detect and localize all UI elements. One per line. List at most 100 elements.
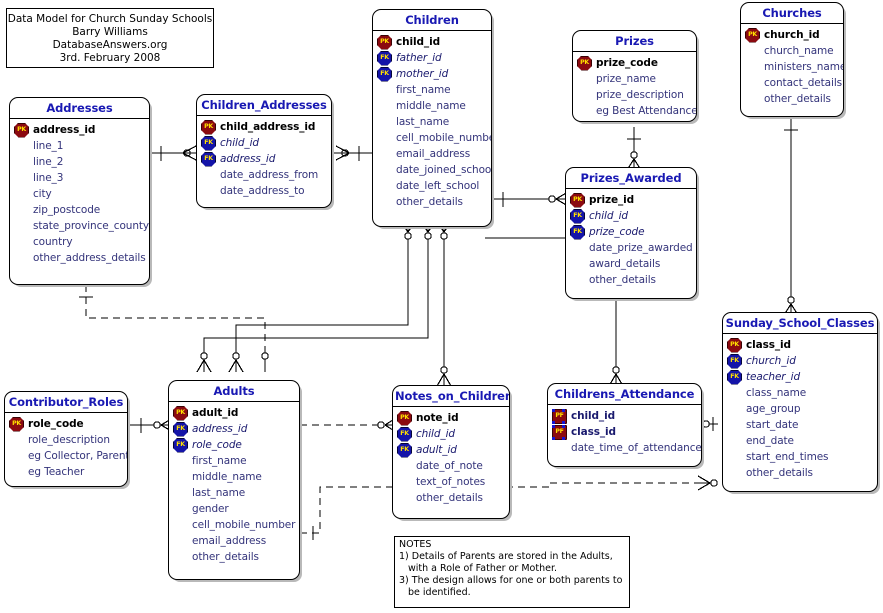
fk-badge-icon: FK bbox=[201, 135, 216, 151]
pk-badge-icon: PK bbox=[397, 410, 412, 426]
attribute-name: note_id bbox=[416, 412, 459, 424]
attribute-name: award_details bbox=[589, 258, 661, 270]
fk-badge-slot: FK bbox=[377, 66, 396, 82]
attribute-name: text_of_notes bbox=[416, 476, 486, 488]
title-line: Barry Williams bbox=[72, 26, 148, 38]
pf-badge-icon: PF bbox=[552, 424, 567, 440]
entity-prizes-awarded[interactable]: Prizes_Awarded PK prize_id FK child_id F… bbox=[565, 167, 697, 299]
fk-badge-slot: FK bbox=[397, 426, 416, 442]
attribute-row: date_address_from bbox=[201, 167, 329, 183]
attribute-name: address_id bbox=[220, 153, 276, 165]
pk-badge-icon: PK bbox=[727, 337, 742, 353]
fk-badge-icon: FK bbox=[570, 224, 585, 240]
pk-badge-slot: PK bbox=[201, 119, 220, 135]
attribute-name: church_id bbox=[764, 29, 820, 41]
attribute-row: PF child_id bbox=[552, 408, 699, 424]
entity-sunday-school-classes[interactable]: Sunday_School_Classes PK class_id FK chu… bbox=[722, 312, 878, 492]
attribute-row: FK teacher_id bbox=[727, 369, 875, 385]
attribute-row: PK prize_id bbox=[570, 192, 694, 208]
attribute-row: FK child_id bbox=[201, 135, 329, 151]
attribute-name: first_name bbox=[192, 455, 247, 467]
attribute-row: gender bbox=[173, 501, 297, 517]
attribute-row: ministers_name bbox=[745, 59, 844, 75]
fk-badge-slot: FK bbox=[570, 208, 589, 224]
attribute-name: date_joined_school bbox=[396, 164, 492, 176]
attribute-row: zip_postcode bbox=[14, 202, 147, 218]
pf-badge-slot: PF bbox=[552, 424, 571, 440]
attribute-row: FK address_id bbox=[201, 151, 329, 167]
fk-badge-slot: FK bbox=[727, 353, 746, 369]
attribute-name: father_id bbox=[396, 52, 442, 64]
attribute-name: ministers_name bbox=[764, 61, 844, 73]
attribute-name: country bbox=[33, 236, 73, 248]
attribute-name: date_left_school bbox=[396, 180, 480, 192]
attribute-name: age_group bbox=[746, 403, 801, 415]
attribute-row: award_details bbox=[570, 256, 694, 272]
entity-attribute-list: PK class_id FK church_id FK teacher_id c… bbox=[723, 334, 877, 485]
attribute-row: line_1 bbox=[14, 138, 147, 154]
title-line: Data Model for Church Sunday Schools bbox=[7, 13, 213, 25]
attribute-row: date_left_school bbox=[377, 178, 489, 194]
attribute-row: PK church_id bbox=[745, 27, 841, 43]
attribute-row: FK role_code bbox=[173, 437, 297, 453]
entity-attribute-list: PK church_id church_name ministers_name … bbox=[741, 24, 843, 111]
attribute-row: age_group bbox=[727, 401, 875, 417]
entity-prizes[interactable]: Prizes PK prize_code prize_name prize_de… bbox=[572, 30, 697, 122]
attribute-row: class_name bbox=[727, 385, 875, 401]
attribute-name: class_name bbox=[746, 387, 807, 399]
attribute-row: state_province_county bbox=[14, 218, 149, 234]
entity-notes-on-children[interactable]: Notes_on_Children PK note_id FK child_id… bbox=[392, 385, 510, 519]
attribute-row: PK note_id bbox=[397, 410, 507, 426]
entity-title: Prizes_Awarded bbox=[566, 168, 696, 189]
notes-line: be identified. bbox=[408, 587, 471, 598]
attribute-row: date_address_to bbox=[201, 183, 329, 199]
attribute-name: email_address bbox=[192, 535, 267, 547]
attribute-name: line_2 bbox=[33, 156, 64, 168]
entity-contributor-roles[interactable]: Contributor_Roles PK role_code role_desc… bbox=[4, 391, 128, 487]
attribute-name: mother_id bbox=[396, 68, 449, 80]
pk-badge-icon: PK bbox=[577, 55, 592, 71]
attribute-row: text_of_notes bbox=[397, 474, 507, 490]
pk-badge-icon: PK bbox=[173, 405, 188, 421]
attribute-row: line_2 bbox=[14, 154, 147, 170]
attribute-name: gender bbox=[192, 503, 229, 515]
pk-badge-icon: PK bbox=[201, 119, 216, 135]
attribute-name: first_name bbox=[396, 84, 451, 96]
attribute-name: prize_description bbox=[596, 89, 684, 101]
entity-title: Notes_on_Children bbox=[393, 386, 509, 407]
diagram-title-box: Data Model for Church Sunday Schools Bar… bbox=[6, 8, 214, 68]
attribute-row: church_name bbox=[745, 43, 841, 59]
attribute-row: date_joined_school bbox=[377, 162, 492, 178]
fk-badge-icon: FK bbox=[377, 50, 392, 66]
entity-title: Sunday_School_Classes bbox=[723, 313, 877, 334]
entity-adults[interactable]: Adults PK adult_id FK address_id FK role… bbox=[168, 380, 300, 580]
attribute-name: prize_name bbox=[596, 73, 656, 85]
pk-badge-slot: PK bbox=[745, 27, 764, 43]
attribute-name: class_id bbox=[571, 426, 616, 438]
entity-children[interactable]: Children PK child_id FK father_id FK mot… bbox=[372, 9, 492, 227]
entity-childrens-attendance[interactable]: Childrens_Attendance PF child_id PF clas… bbox=[547, 383, 702, 467]
pk-badge-slot: PK bbox=[570, 192, 589, 208]
attribute-name: eg Teacher bbox=[28, 466, 85, 478]
attribute-row: eg Teacher bbox=[9, 464, 125, 480]
attribute-row: PF class_id bbox=[552, 424, 699, 440]
attribute-row: FK prize_code bbox=[570, 224, 694, 240]
notes-line: 1) Details of Parents are stored in the … bbox=[399, 551, 613, 562]
attribute-name: church_name bbox=[764, 45, 834, 57]
entity-children-addresses[interactable]: Children_Addresses PK child_address_id F… bbox=[196, 94, 332, 208]
entity-churches[interactable]: Churches PK church_id church_name minist… bbox=[740, 2, 844, 117]
attribute-row: start_date bbox=[727, 417, 875, 433]
entity-addresses[interactable]: Addresses PK address_id line_1 line_2 li… bbox=[9, 97, 150, 285]
attribute-name: last_name bbox=[396, 116, 450, 128]
attribute-name: other_details bbox=[764, 93, 831, 105]
attribute-name: date_of_note bbox=[416, 460, 483, 472]
attribute-name: date_prize_awarded bbox=[589, 242, 693, 254]
er-diagram-canvas: Data Model for Church Sunday Schools Bar… bbox=[0, 0, 883, 613]
fk-badge-slot: FK bbox=[397, 442, 416, 458]
fk-badge-slot: FK bbox=[173, 437, 192, 453]
attribute-name: other_details bbox=[396, 196, 463, 208]
attribute-name: last_name bbox=[192, 487, 246, 499]
attribute-name: address_id bbox=[33, 124, 96, 136]
attribute-name: adult_id bbox=[192, 407, 239, 419]
attribute-name: prize_code bbox=[589, 226, 645, 238]
